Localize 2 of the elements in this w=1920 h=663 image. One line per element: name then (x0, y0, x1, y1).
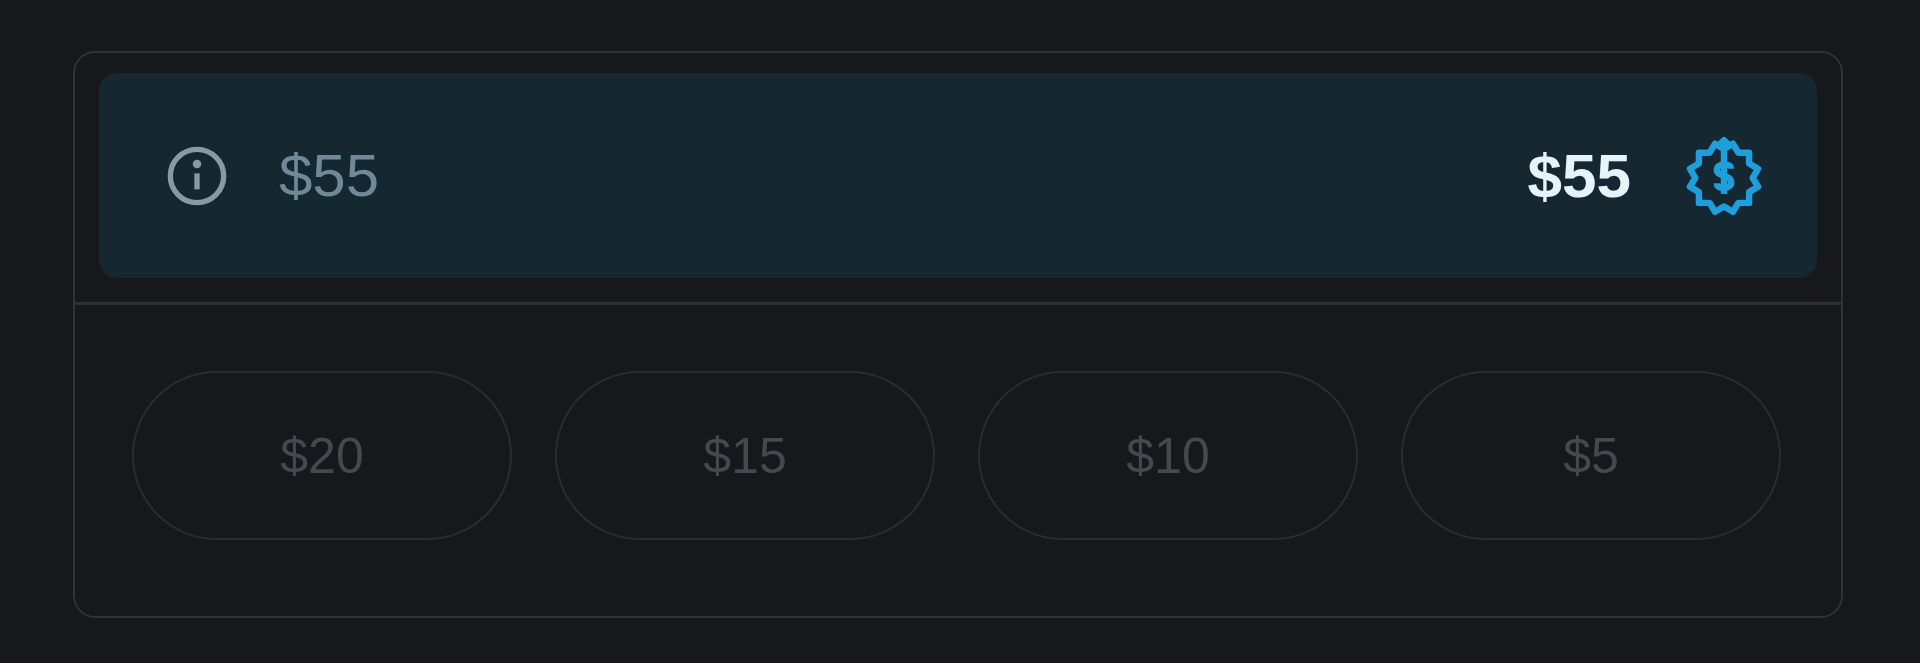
tip-amount: $55 (1527, 140, 1631, 211)
amount-hint: $55 (279, 141, 380, 210)
